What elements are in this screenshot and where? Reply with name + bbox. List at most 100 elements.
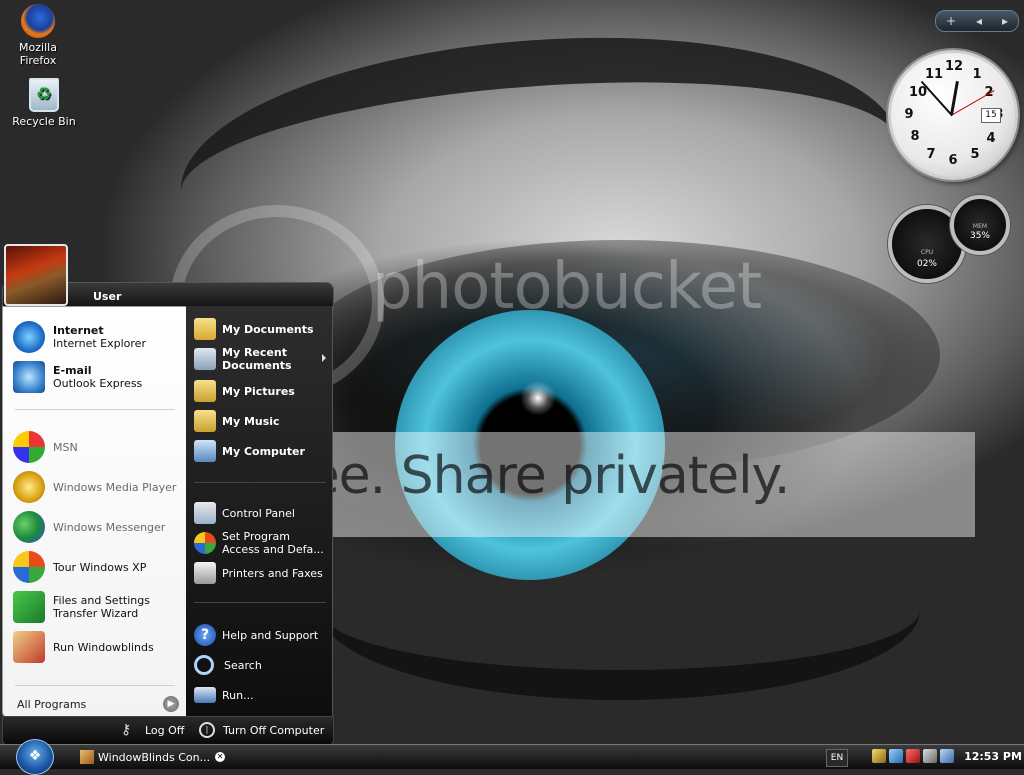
setting-program-defaults[interactable]: Set Program Access and Defa... (194, 530, 330, 556)
help-icon: ? (194, 624, 216, 646)
help-label: Help and Support (222, 628, 319, 642)
taskbar: ❖ WindowBlinds Con... ✕ EN 12:53 PM (0, 739, 1024, 775)
recent-windowblinds[interactable]: Run Windowblinds (13, 629, 183, 665)
clock-date: 15 (981, 108, 1001, 123)
pinned-separator (15, 409, 175, 410)
taskbar-button-windowblinds[interactable]: WindowBlinds Con... ✕ (80, 747, 230, 767)
speaker-icon[interactable] (923, 749, 937, 763)
windowblinds-icon (80, 750, 94, 764)
pinned-subtitle: Internet Explorer (53, 337, 146, 350)
recent-media-player[interactable]: Windows Media Player (13, 469, 183, 505)
turn-off-button[interactable]: | Turn Off Computer (199, 722, 324, 738)
power-icon: | (199, 722, 215, 738)
all-programs-label: All Programs (17, 697, 87, 711)
user-avatar[interactable] (4, 244, 68, 306)
desktop-icon-recycle-bin[interactable]: ♻ Recycle Bin (6, 78, 82, 128)
start-button[interactable]: ❖ (16, 739, 54, 775)
display-icon[interactable] (940, 749, 954, 763)
clock-number: 10 (909, 85, 928, 100)
pinned-title: Internet (53, 324, 104, 337)
recent-label-line1: Files and Settings (53, 594, 150, 607)
setting-label-line1: Set Program (222, 530, 290, 543)
recent-label-line2: Transfer Wizard (53, 607, 139, 620)
clock-number: 11 (925, 67, 944, 82)
start-menu-right-pane: My Documents My Recent Documents My Pictu… (186, 306, 333, 716)
cpu-meter-gadget[interactable]: CPU 02% MEM 35% (888, 195, 1018, 285)
recycle-bin-icon: ♻ (29, 78, 59, 112)
log-off-label: Log Off (145, 723, 185, 737)
folder-documents-icon (194, 318, 216, 340)
wallpaper-glint (520, 380, 556, 416)
clock-number: 1 (972, 67, 982, 82)
memory-gauge: MEM 35% (950, 195, 1010, 255)
pinned-internet[interactable]: Internet Internet Explorer (13, 319, 183, 355)
program-defaults-icon (194, 532, 216, 554)
computer-icon (194, 440, 216, 462)
start-menu-footer: ⚷ Log Off | Turn Off Computer (2, 716, 334, 746)
desktop-icon-label: Recycle Bin (12, 115, 76, 128)
place-my-pictures[interactable]: My Pictures (194, 378, 330, 404)
setting-control-panel[interactable]: Control Panel (194, 500, 330, 526)
log-off-button[interactable]: ⚷ Log Off (121, 722, 184, 738)
help-label: Search (224, 658, 262, 672)
recent-label: Run Windowblinds (53, 640, 154, 654)
pinned-subtitle: Outlook Express (53, 377, 143, 390)
network-icon[interactable] (872, 749, 886, 763)
memory-label: MEM (972, 223, 988, 230)
clock-number: 4 (986, 131, 996, 146)
setting-label-line2: Access and Defa... (222, 543, 324, 556)
media-player-icon (13, 471, 45, 503)
search-icon (194, 655, 214, 675)
printer-icon (194, 562, 216, 584)
place-label: My Music (222, 414, 280, 428)
language-indicator[interactable]: EN (826, 749, 848, 767)
recent-transfer-wizard[interactable]: Files and Settings Transfer Wizard (13, 589, 183, 625)
arrow-right-icon: ▶ (163, 696, 179, 712)
run-item[interactable]: Run... (194, 682, 330, 708)
clock-number: 12 (945, 59, 964, 74)
pinned-email[interactable]: E-mail Outlook Express (13, 359, 183, 395)
taskbar-button-label: WindowBlinds Con... (98, 750, 211, 764)
setting-printers[interactable]: Printers and Faxes (194, 560, 330, 586)
place-label-line1: My Recent (222, 346, 287, 359)
place-label: My Pictures (222, 384, 295, 398)
help-and-support[interactable]: ? Help and Support (194, 622, 330, 648)
wallpaper-lashes (320, 520, 920, 700)
close-icon[interactable]: ✕ (215, 752, 226, 762)
recent-messenger[interactable]: Windows Messenger (13, 509, 183, 545)
desktop-icon-label: Mozilla Firefox (19, 41, 57, 67)
setting-label: Control Panel (222, 506, 295, 520)
settings-separator (194, 602, 326, 603)
system-tray (872, 749, 964, 765)
security-shield-icon[interactable] (906, 749, 920, 763)
clock-number: 8 (910, 129, 920, 144)
taskbar-clock[interactable]: 12:53 PM (964, 749, 1022, 765)
next-page-button[interactable]: ▸ (1002, 14, 1008, 28)
place-my-documents[interactable]: My Documents (194, 316, 330, 342)
monitor-icon[interactable] (889, 749, 903, 763)
all-programs-button[interactable]: All Programs ▶ (17, 695, 179, 713)
place-my-computer[interactable]: My Computer (194, 438, 330, 464)
recent-label: Windows Messenger (53, 520, 166, 534)
windowblinds-icon (13, 631, 45, 663)
key-icon: ⚷ (121, 722, 132, 738)
desktop-icon-firefox[interactable]: Mozilla Firefox (0, 4, 76, 67)
help-label: Run... (222, 688, 254, 702)
windows-logo-icon: ❖ (28, 748, 42, 764)
msn-icon (13, 431, 45, 463)
previous-page-button[interactable]: ◂ (976, 14, 982, 28)
place-my-recent-documents[interactable]: My Recent Documents (194, 346, 330, 372)
recent-tour-xp[interactable]: Tour Windows XP (13, 549, 183, 585)
cpu-label: CPU (920, 249, 934, 256)
add-gadget-button[interactable]: + (946, 14, 956, 28)
search-item[interactable]: Search (194, 652, 330, 678)
clock-gadget[interactable]: 12 1 2 3 4 5 6 7 8 9 10 11 15 (888, 50, 1018, 180)
place-my-music[interactable]: My Music (194, 408, 330, 434)
folder-pictures-icon (194, 380, 216, 402)
recent-msn[interactable]: MSN (13, 429, 183, 465)
messenger-icon (13, 511, 45, 543)
sidebar-controls: + ◂ ▸ (935, 10, 1019, 32)
start-menu: User Internet Internet Explorer E-mail Out… (2, 244, 334, 746)
watermark-brand: photobucket (372, 250, 762, 324)
place-label: My Computer (222, 444, 305, 458)
